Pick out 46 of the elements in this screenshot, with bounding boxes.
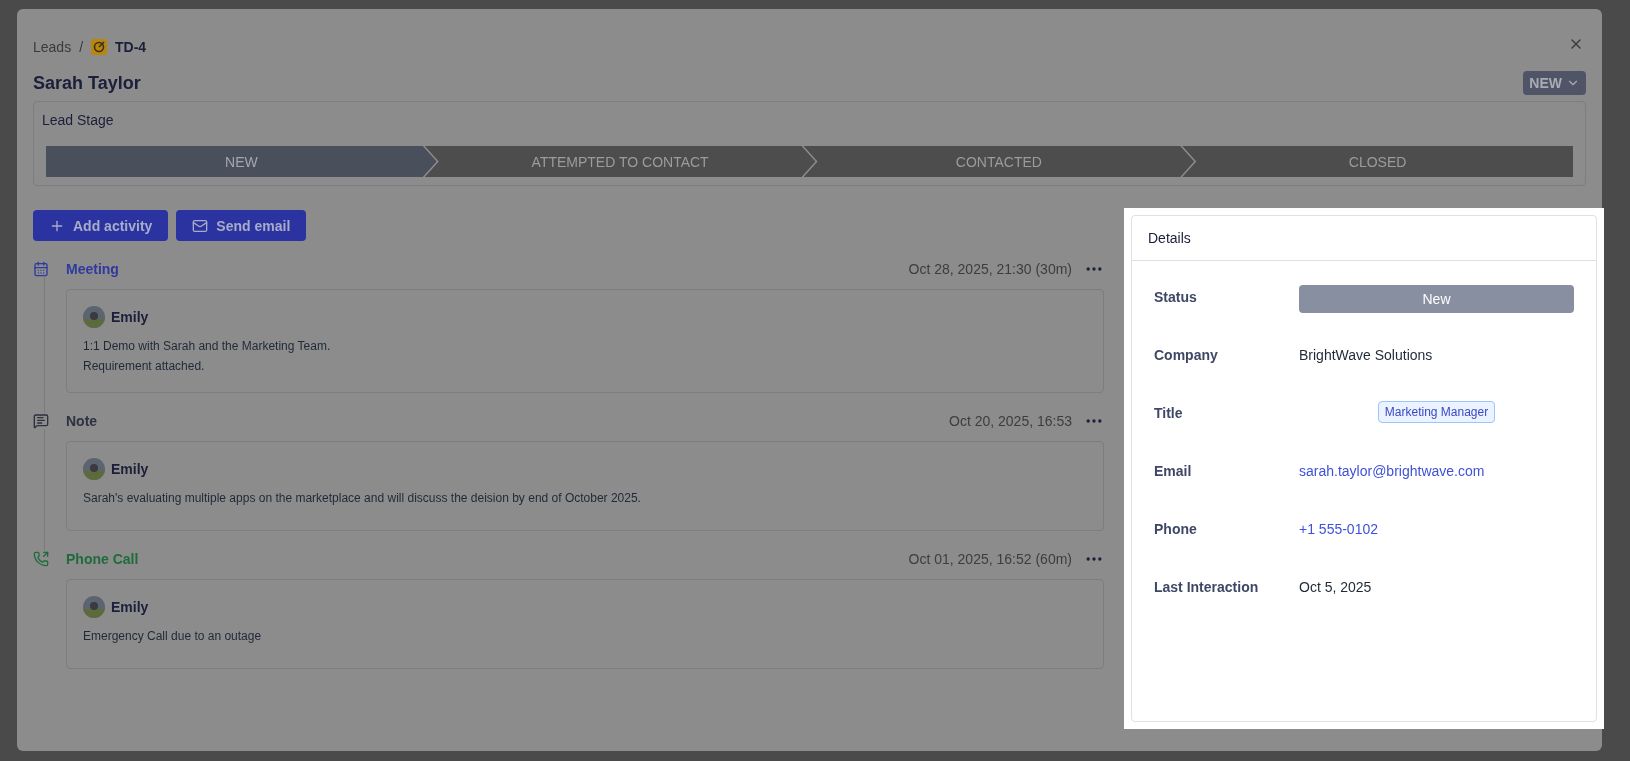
target-icon	[91, 39, 108, 55]
activity-title: Meeting	[66, 260, 119, 279]
activity-time: Oct 01, 2025, 16:52 (60m)	[908, 550, 1072, 569]
field-value: BrightWave Solutions	[1299, 347, 1433, 363]
panel-title: Lead Stage	[42, 111, 115, 130]
contact-link[interactable]: +1 555-0102	[1299, 521, 1379, 537]
calendar-icon	[33, 261, 49, 277]
mail-icon	[192, 217, 209, 234]
avatar	[83, 596, 105, 618]
activity-time: Oct 20, 2025, 16:53	[949, 412, 1072, 431]
field-label: Email	[1154, 462, 1193, 481]
avatar	[83, 458, 105, 480]
avatar	[83, 306, 105, 328]
breadcrumb-link[interactable]: Leads	[33, 37, 72, 57]
stage-step[interactable]: NEW	[46, 146, 437, 177]
action-button[interactable]: Add activity	[33, 210, 169, 241]
field-value: Oct 5, 2025	[1299, 579, 1372, 595]
field-label: Title	[1154, 404, 1184, 423]
field-label: Status	[1154, 288, 1198, 307]
activity-text: 1:1 Demo with Sarah and the Marketing Team.	[83, 338, 332, 355]
lead-name: Sarah Taylor	[33, 72, 141, 95]
breadcrumb-current: TD-4	[115, 38, 147, 57]
action-button[interactable]: Send email	[176, 210, 307, 241]
activity-text: Emergency Call due to an outage	[83, 628, 263, 645]
activity-title: Note	[66, 412, 98, 431]
status-dropdown[interactable]: NEW	[1523, 71, 1586, 95]
contact-link[interactable]: sarah.taylor@brightwave.com	[1299, 463, 1485, 479]
breadcrumb-separator: /	[79, 38, 84, 57]
field-label: Phone	[1154, 520, 1198, 539]
activity-text: Sarah's evaluating multiple apps on the marketplace and will discuss the deision by end of October 2025.	[83, 490, 642, 507]
stage-step[interactable]: CLOSED	[1182, 146, 1573, 177]
stage-step[interactable]: CONTACTED	[803, 146, 1195, 177]
field-label: Last Interaction	[1154, 578, 1260, 597]
title-tag: Marketing Manager	[1377, 401, 1496, 423]
message-icon	[33, 413, 49, 429]
stage-step[interactable]: ATTEMPTED TO CONTACT	[424, 146, 816, 177]
author-name: Emily	[111, 460, 149, 479]
status-badge: New	[1299, 285, 1574, 313]
author-name: Emily	[111, 598, 149, 617]
author-name: Emily	[111, 308, 149, 327]
phone-icon	[33, 551, 49, 567]
activity-time: Oct 28, 2025, 21:30 (30m)	[908, 260, 1072, 279]
field-label: Company	[1154, 346, 1219, 365]
details-title: Details	[1132, 216, 1596, 261]
activity-title: Phone Call	[66, 550, 139, 569]
activity-text: Requirement attached.	[83, 358, 206, 375]
